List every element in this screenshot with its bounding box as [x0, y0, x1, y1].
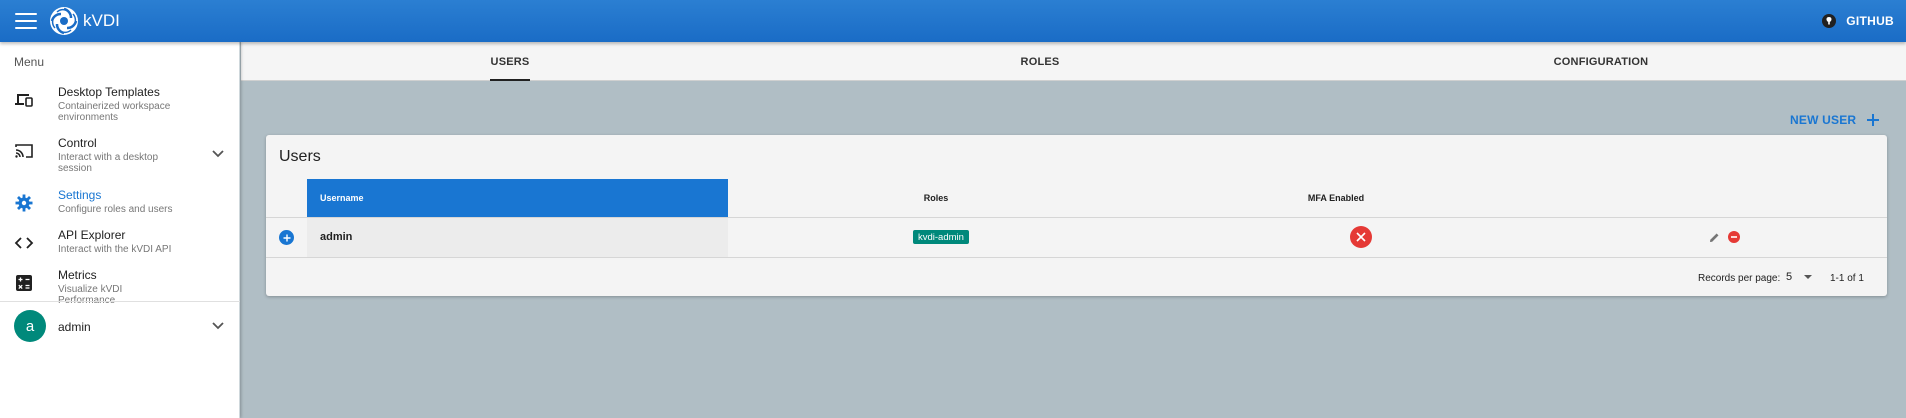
cast-icon — [15, 144, 33, 158]
nav-label: API Explorer — [58, 228, 126, 242]
navigation-drawer: Menu Desktop Templates Containerized wor… — [0, 42, 240, 418]
tab-roles[interactable]: ROLES — [1015, 42, 1065, 81]
nav-item-api-explorer[interactable]: API Explorer Interact with the kVDI API — [0, 228, 240, 262]
column-header-mfa-enabled[interactable]: MFA Enabled — [1266, 179, 1406, 217]
chevron-down-icon[interactable] — [212, 322, 224, 330]
tab-configuration[interactable]: CONFIGURATION — [1551, 42, 1651, 81]
pagination-range: 1-1 of 1 — [1830, 273, 1864, 284]
chevron-down-icon[interactable] — [212, 150, 224, 158]
menu-heading: Menu — [14, 55, 45, 69]
gear-icon — [15, 194, 33, 212]
github-icon — [1822, 14, 1837, 28]
user-name[interactable]: admin — [58, 320, 91, 334]
code-icon — [14, 237, 34, 249]
records-per-page-label: Records per page: — [1698, 273, 1781, 284]
nav-item-metrics[interactable]: Metrics Visualize kVDI Performance — [0, 268, 240, 306]
caret-down-icon — [1804, 275, 1813, 279]
nav-subtitle: Configure roles and users — [58, 204, 173, 215]
github-label: GITHUB — [1846, 14, 1894, 28]
calculator-icon — [16, 275, 32, 291]
drawer-divider — [0, 301, 240, 302]
nav-item-settings[interactable]: Settings Configure roles and users — [0, 188, 240, 222]
github-link[interactable]: GITHUB — [1822, 0, 1894, 42]
new-user-button[interactable]: NEW USER — [1790, 113, 1880, 127]
menu-icon[interactable] — [15, 13, 37, 29]
nav-item-control[interactable]: Control Interact with a desktop session — [0, 136, 240, 174]
nav-subtitle: Interact with the kVDI API — [58, 244, 172, 255]
app-bar: kVDI GITHUB — [0, 0, 1906, 42]
username-cell — [307, 218, 728, 257]
nav-subtitle: Visualize kVDI Performance — [58, 284, 123, 306]
nav-item-desktop-templates[interactable]: Desktop Templates Containerized workspac… — [0, 85, 240, 123]
new-user-label: NEW USER — [1790, 113, 1857, 127]
role-chip: kvdi-admin — [913, 230, 969, 244]
nav-label: Settings — [58, 188, 102, 202]
nav-subtitle: Containerized workspace environments — [58, 101, 171, 123]
kvdi-logo — [50, 7, 78, 35]
expand-row-button[interactable] — [279, 230, 294, 245]
table-row[interactable]: admin kvdi-admin — [266, 218, 1887, 257]
settings-tabs: USERS ROLES CONFIGURATION — [241, 42, 1906, 81]
plus-icon — [283, 234, 290, 241]
card-title: Users — [279, 148, 321, 165]
delete-icon[interactable] — [1728, 231, 1740, 243]
records-per-page-value: 5 — [1786, 271, 1793, 283]
table-footer: Records per page: 5 1-1 of 1 — [266, 258, 1887, 296]
devices-icon — [15, 94, 33, 107]
nav-label: Control — [58, 136, 97, 150]
app-title: kVDI — [83, 11, 120, 30]
nav-label: Desktop Templates — [58, 85, 160, 99]
avatar[interactable]: a — [14, 310, 46, 342]
nav-label: Metrics — [58, 268, 97, 282]
mfa-disabled-icon — [1350, 226, 1372, 248]
column-header-username[interactable]: Username — [307, 179, 728, 217]
username-value: admin — [320, 231, 353, 243]
plus-icon — [1867, 114, 1880, 126]
column-header-roles[interactable]: Roles — [866, 179, 1006, 217]
records-per-page-select[interactable]: 5 — [1786, 271, 1813, 283]
nav-subtitle: Interact with a desktop session — [58, 152, 159, 174]
users-card: Users Username Roles MFA Enabled admin k… — [266, 135, 1887, 296]
edit-icon[interactable] — [1709, 232, 1720, 243]
tab-users[interactable]: USERS — [490, 42, 530, 81]
